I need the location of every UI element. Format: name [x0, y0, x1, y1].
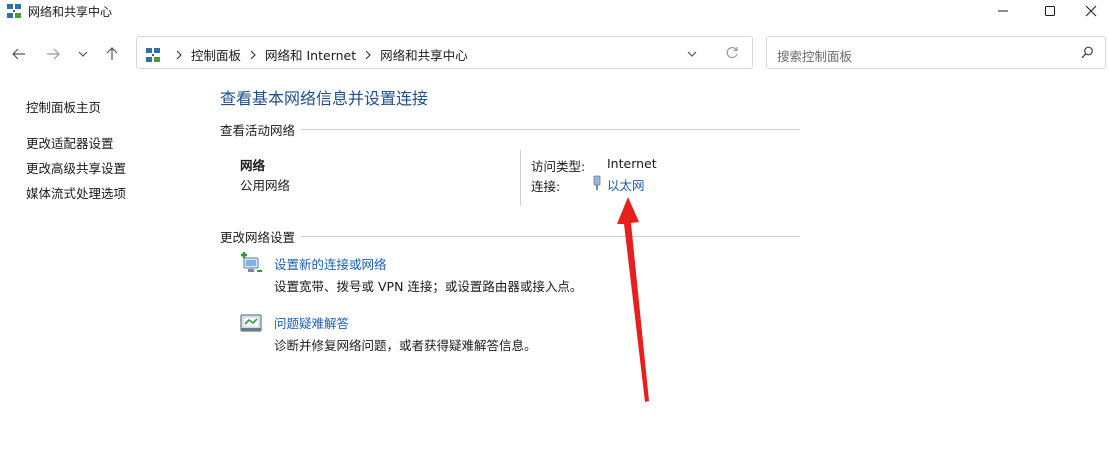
- minimize-icon: [998, 10, 1008, 12]
- close-icon: [1085, 5, 1097, 17]
- window-title: 网络和共享中心: [28, 5, 113, 19]
- setup-new-connection-description: 设置宽带、拨号或 VPN 连接；或设置路由器或接入点。: [274, 279, 583, 294]
- active-networks-header: 查看活动网络: [220, 120, 302, 139]
- title-bar: 网络和共享中心: [0, 0, 1109, 22]
- sidebar-item-advanced-sharing[interactable]: 更改高级共享设置: [26, 158, 126, 177]
- arrow-right-icon: [47, 48, 60, 60]
- forward-button[interactable]: [42, 43, 64, 65]
- sidebar-item-control-panel-home[interactable]: 控制面板主页: [26, 97, 101, 116]
- breadcrumb: 控制面板 网络和 Internet 网络和共享中心: [145, 45, 468, 64]
- chevron-right-icon: [249, 49, 257, 61]
- troubleshoot-link[interactable]: 问题疑难解答: [274, 313, 349, 332]
- setup-new-connection-link[interactable]: 设置新的连接或网络: [274, 254, 387, 273]
- breadcrumb-item-network-internet[interactable]: 网络和 Internet: [265, 45, 356, 64]
- sidebar-item-adapter-settings[interactable]: 更改适配器设置: [26, 133, 114, 152]
- minimize-button[interactable]: [980, 0, 1026, 22]
- ethernet-connection-link[interactable]: 以太网: [607, 175, 645, 194]
- maximize-icon: [1045, 6, 1055, 16]
- access-type-label: 访问类型:: [531, 159, 586, 174]
- network-category: 公用网络: [240, 178, 291, 193]
- connections-label: 连接:: [531, 179, 561, 194]
- divider: [220, 236, 800, 237]
- chevron-right-icon: [175, 49, 183, 61]
- arrow-left-icon: [12, 48, 25, 60]
- sidebar-item-media-streaming[interactable]: 媒体流式处理选项: [26, 183, 126, 202]
- breadcrumb-item-control-panel[interactable]: 控制面板: [191, 45, 241, 64]
- page-title: 查看基本网络信息并设置连接: [220, 89, 429, 108]
- refresh-button[interactable]: [725, 46, 739, 63]
- chevron-right-icon: [364, 49, 372, 61]
- back-button[interactable]: [8, 43, 30, 65]
- address-bar[interactable]: 控制面板 网络和 Internet 网络和共享中心: [136, 36, 753, 69]
- chevron-down-icon: [687, 51, 697, 57]
- change-settings-header: 更改网络设置: [220, 227, 302, 246]
- divider: [220, 129, 800, 130]
- refresh-icon: [726, 46, 738, 59]
- troubleshoot-description: 诊断并修复网络问题，或者获得疑难解答信息。: [274, 338, 537, 353]
- network-center-icon: [146, 47, 160, 62]
- network-name: 网络: [240, 158, 266, 173]
- search-icon[interactable]: [1081, 46, 1094, 62]
- troubleshoot-icon: [240, 314, 262, 332]
- up-button[interactable]: [101, 43, 123, 65]
- chevron-down-icon: [78, 51, 88, 57]
- new-connection-icon: [241, 252, 262, 272]
- divider: [520, 150, 521, 206]
- recent-locations-button[interactable]: [72, 43, 94, 65]
- maximize-button[interactable]: [1027, 0, 1073, 22]
- close-button[interactable]: [1068, 0, 1109, 22]
- ethernet-icon: [593, 175, 601, 190]
- network-center-icon: [7, 4, 21, 18]
- arrow-up-icon: [106, 47, 118, 60]
- breadcrumb-item-network-sharing-center[interactable]: 网络和共享中心: [380, 45, 468, 64]
- search-box[interactable]: 搜索控制面板: [766, 36, 1106, 69]
- access-type-value: Internet: [607, 156, 657, 171]
- address-dropdown-button[interactable]: [687, 47, 697, 61]
- search-placeholder: 搜索控制面板: [777, 49, 853, 64]
